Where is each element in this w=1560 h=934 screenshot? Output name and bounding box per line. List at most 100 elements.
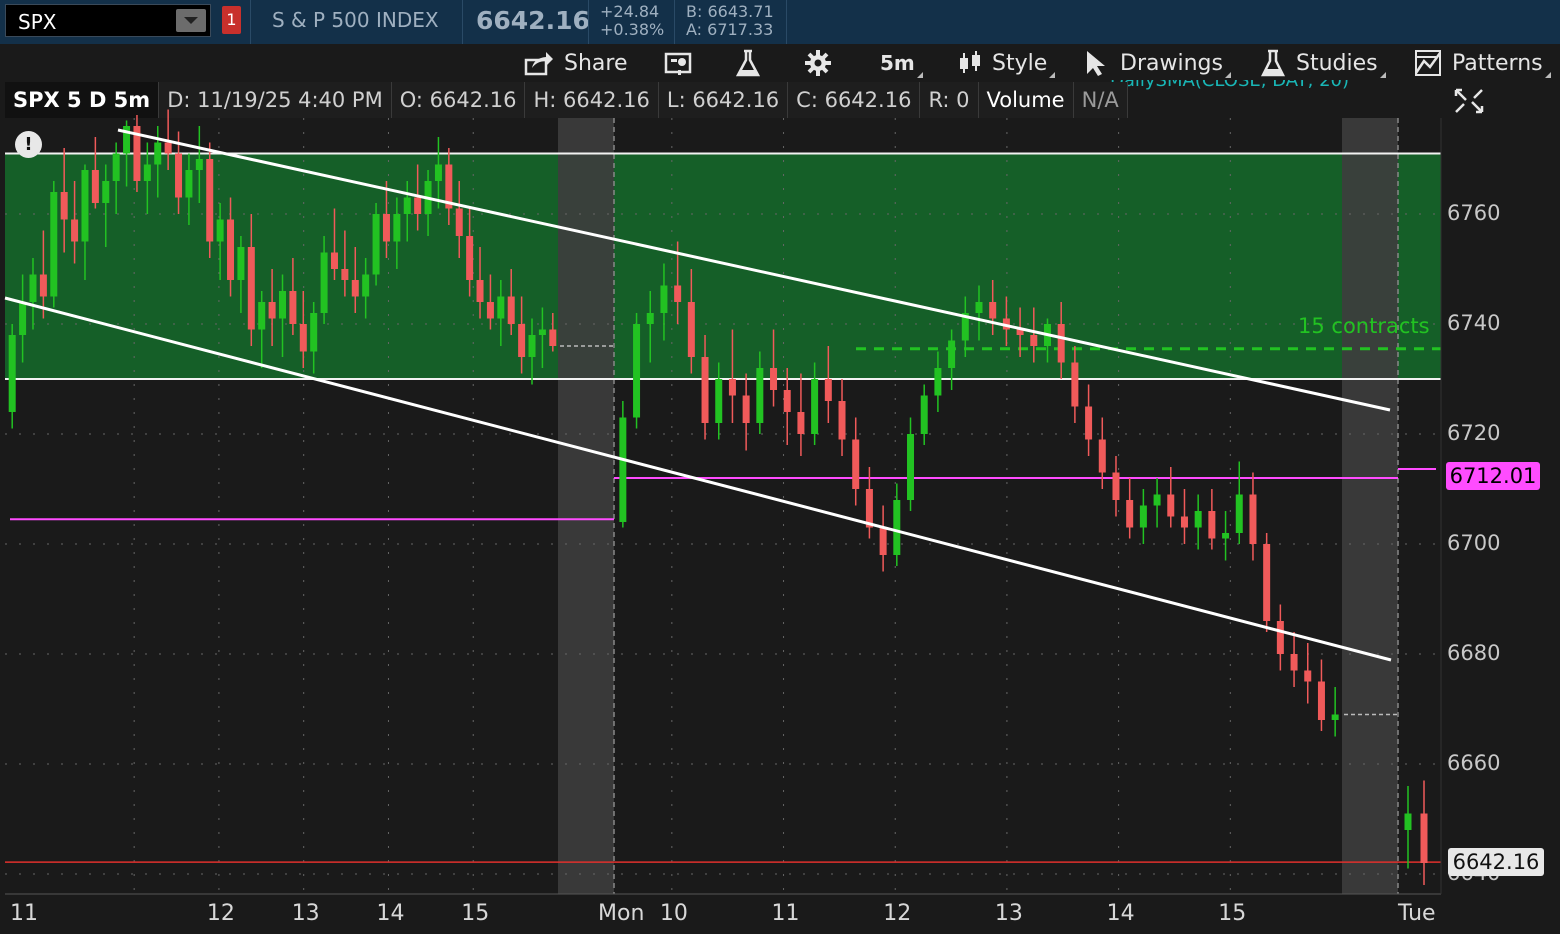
candle-body [646,313,654,324]
candle-body [330,252,338,269]
candle-body [1263,544,1271,621]
x-tick-label: 15 [461,901,490,926]
candle-body [1208,511,1216,539]
alert-warning-icon[interactable]: ! [15,131,42,158]
candle-body [989,302,997,319]
candle-body [1222,533,1230,539]
candle-body [455,208,463,236]
candle-body [1098,439,1106,473]
candle-body [1194,511,1202,528]
candle-body [227,219,235,280]
candle-body [91,170,99,203]
x-tick-label: 11 [771,901,800,926]
candle-body [279,291,286,319]
candle-body [268,302,276,319]
candle-body [81,170,89,242]
candle-body [1057,324,1065,363]
last-price-tag: 6642.16 [1448,848,1544,876]
candle-body [154,142,162,165]
x-tick-label: Mon [598,901,645,926]
candle-body [1167,494,1175,517]
candle-body [29,274,37,302]
candle-body [19,302,27,335]
x-tick-label: Tue [1398,901,1436,926]
candle-body [1420,813,1428,863]
candle-body [310,313,318,352]
candle-body [185,170,193,198]
y-tick-label: 6680 [1447,641,1501,665]
candle-body [1249,494,1257,544]
candle-body [39,274,47,297]
candle-body [247,247,255,330]
candle-body [102,181,110,203]
candle-body [466,236,474,280]
candle-body [206,159,214,242]
candle-body [934,368,942,396]
candle-body [71,219,79,242]
candle-body [341,269,349,280]
y-tick-label: 6700 [1447,531,1501,555]
candle-body [1317,681,1325,720]
sma-price-tag: 6712.01 [1446,462,1540,490]
candle-body [660,285,668,313]
candle-body [195,159,203,170]
candle-body [1404,813,1412,830]
candle-body [907,434,915,500]
x-tick-label: 10 [659,901,688,926]
candle-body [549,329,557,346]
candle-body [434,164,442,181]
candle-body [728,379,736,396]
candle-body [289,291,297,324]
candle-body [528,335,536,357]
candle-body [50,192,58,297]
candle-body [1071,362,1079,407]
candle-body [893,500,901,555]
candle-body [299,324,307,352]
x-tick-label: 14 [376,901,405,926]
candle-body [1126,500,1134,528]
x-tick-label: 13 [291,901,320,926]
candle-body [8,335,16,412]
candle-body [1030,335,1038,346]
candle-body [1276,621,1284,654]
candle-body [1290,654,1298,671]
candle-body [1153,494,1161,506]
y-tick-label: 6720 [1447,421,1501,445]
candle-body [538,329,546,335]
candle-body [403,197,411,214]
candle-body [687,302,695,357]
candle-body [1331,714,1339,720]
candle-body [756,368,764,423]
candle-body [414,197,422,214]
x-tick-label: 11 [10,901,38,926]
y-tick-label: 6660 [1447,751,1501,775]
candle-body [497,296,505,319]
candle-body [811,379,819,434]
candle-body [60,192,68,220]
candle-body [1085,406,1093,440]
contracts-label: 15 contracts [1298,314,1430,338]
candle-body [633,324,641,418]
candle-body [948,340,956,368]
candle-body [320,252,328,313]
candle-body [382,214,390,242]
candle-body [476,280,484,302]
candle-body [1304,670,1312,682]
candle-body [258,302,266,330]
candle-body [1180,516,1188,528]
candle-body [975,302,983,313]
candle-body [1112,472,1120,500]
y-tick-label: 6740 [1447,311,1501,335]
candle-body [783,390,791,412]
candle-body [838,401,846,440]
x-tick-label: 12 [883,901,912,926]
candle-body [372,214,380,275]
candle-body [701,357,709,423]
candle-body [175,153,183,198]
candle-body [852,439,860,489]
candle-body [797,412,805,434]
x-tick-label: 13 [994,901,1023,926]
candle-body [507,296,515,324]
candlestick-chart[interactable] [0,0,1560,934]
candle-body [674,285,682,302]
